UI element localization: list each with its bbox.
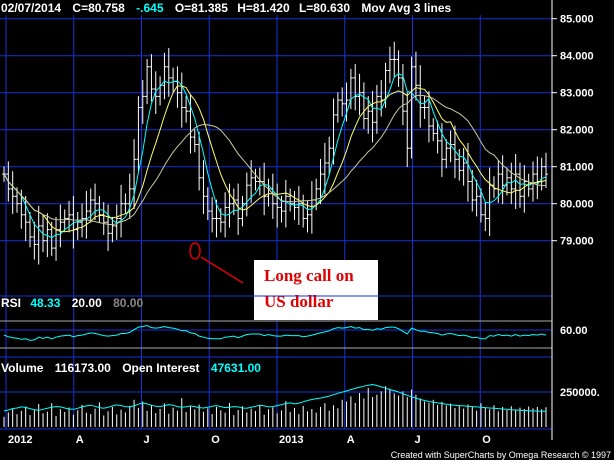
header-low: L=80.630: [299, 1, 350, 15]
header-high: H=81.420: [237, 1, 290, 15]
x-tick-label: J: [144, 434, 150, 446]
annotation-line2: US dollar: [264, 292, 334, 311]
price-tick-label: 79.000: [560, 236, 594, 248]
credit-text: Created with SuperCharts by Omega Resear…: [391, 450, 611, 460]
rsi-legend: RSI 48.33 20.00 80.00: [1, 296, 143, 310]
price-tick-label: 80.000: [560, 199, 594, 211]
oi-label: Open Interest: [122, 361, 199, 375]
header-date: 02/07/2014: [1, 1, 61, 15]
x-tick-label: A: [76, 434, 84, 446]
price-tick-label: 83.000: [560, 88, 594, 100]
volume-label: Volume: [1, 361, 44, 375]
annotation-line1: Long call on: [264, 266, 354, 285]
header-change: -.645: [136, 1, 164, 15]
x-tick-label: 2013: [279, 434, 303, 446]
price-tick-label: 84.000: [560, 51, 594, 63]
x-tick-label: 2012: [8, 434, 32, 446]
volume-value: 116173.00: [55, 361, 111, 375]
price-tick-label: 82.000: [560, 125, 594, 137]
x-tick-label: O: [482, 434, 491, 446]
price-tick-label: 81.000: [560, 162, 594, 174]
header-study: Mov Avg 3 lines: [361, 1, 451, 15]
rsi-low-level: 20.00: [72, 296, 102, 310]
rsi-label: RSI: [1, 296, 21, 310]
chart-canvas: 85.000 84.000 83.000 82.000 81.000 80.000 79.0…: [0, 0, 614, 460]
x-tick-label: A: [347, 434, 355, 446]
x-tick-label: J: [415, 434, 421, 446]
volume-tick: 250000.: [560, 387, 600, 399]
header-open: O=81.385: [175, 1, 228, 15]
rsi-value: 48.33: [30, 296, 60, 310]
x-tick-label: O: [211, 434, 220, 446]
volume-legend: Volume 116173.00 Open Interest 47631.00: [1, 361, 261, 375]
rsi-high-level: 80.00: [113, 296, 143, 310]
price-tick-label: 85.000: [560, 14, 594, 26]
rsi-tick: 60.00: [560, 325, 588, 337]
header-close: C=80.758: [72, 1, 125, 15]
chart-background: [0, 0, 614, 460]
oi-value: 47631.00: [211, 361, 261, 375]
